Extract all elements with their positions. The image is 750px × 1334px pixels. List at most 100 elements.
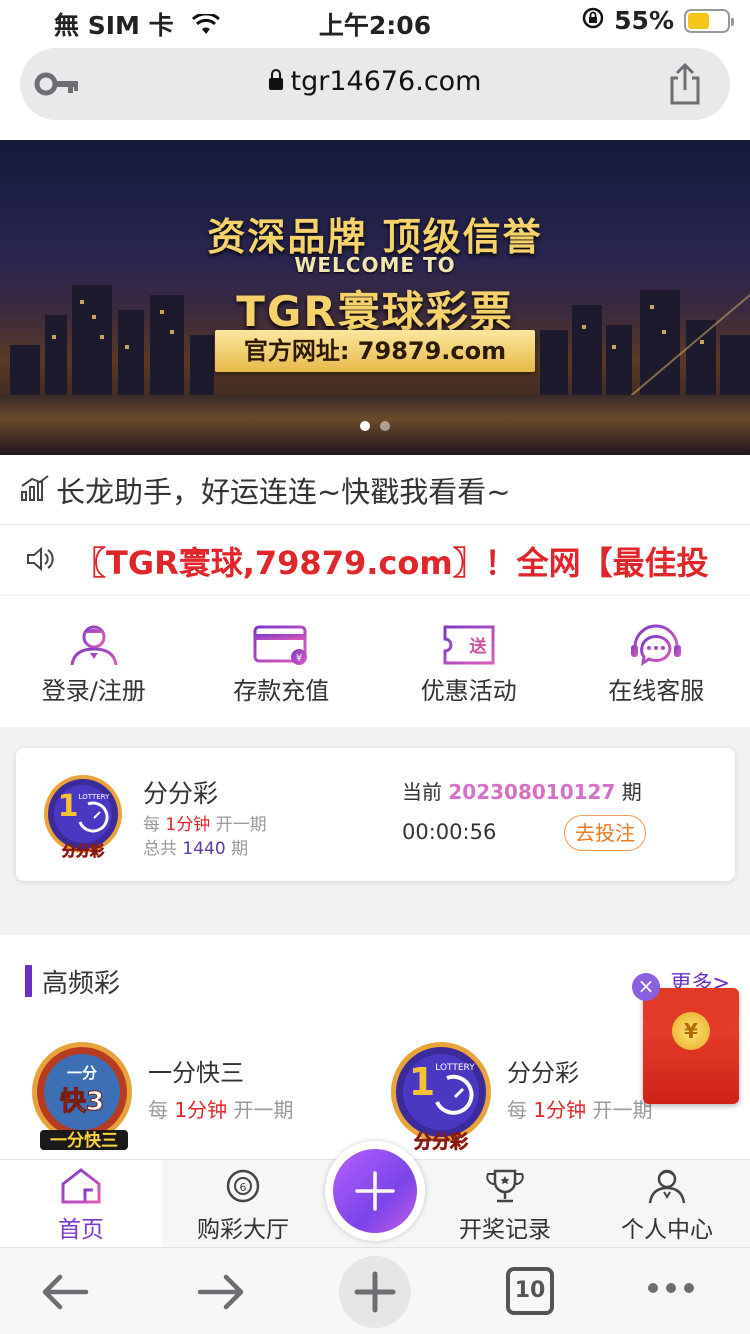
browser-toolbar: 10: [0, 1247, 750, 1334]
bet-button[interactable]: 去投注: [564, 815, 646, 851]
notice-text: 〖TGR寰球,79879.com〗！全网【最佳投: [74, 543, 709, 582]
total-suffix: 期: [231, 839, 249, 859]
forward-arrow-icon[interactable]: [196, 1272, 246, 1316]
total-prefix: 总共: [143, 839, 177, 859]
plus-icon: [354, 1271, 396, 1313]
svg-text:1: 1: [58, 789, 79, 824]
back-arrow-icon[interactable]: [40, 1272, 90, 1316]
quick-item-label: 存款充值: [233, 677, 330, 705]
interval-prefix: 每: [507, 1098, 527, 1122]
game-total: 总共 1440 期: [143, 834, 248, 859]
tabs-count-button[interactable]: 10: [506, 1267, 554, 1315]
center-plus-button[interactable]: [333, 1149, 417, 1233]
interval-suffix: 开一期: [215, 815, 267, 835]
tab-label: 首页: [58, 1217, 104, 1243]
lottery-ball-icon: 6: [226, 1169, 260, 1203]
trophy-icon: [486, 1169, 524, 1203]
tab-lottery-hall[interactable]: 6 购彩大厅: [162, 1160, 324, 1248]
banner-url-plate: 官方网址: 79879.com: [215, 330, 535, 372]
countdown-timer: 00:00:56: [402, 820, 497, 844]
logo-top-text: 一分: [67, 1064, 97, 1082]
headset-icon: [631, 624, 682, 667]
game-name: 一分快三: [148, 1059, 244, 1087]
red-packet-float[interactable]: ¥: [643, 988, 739, 1104]
speaker-icon: [26, 546, 56, 576]
changlong-helper-link[interactable]: 长龙助手，好运连连~快戳我看看~: [0, 455, 750, 525]
game-interval: 每 1分钟 开一期: [143, 810, 267, 835]
user-icon: [70, 625, 118, 666]
status-bar: 無 SIM 卡 上午2:06 55%: [0, 0, 750, 42]
interval-value: 1分钟: [533, 1098, 587, 1122]
logo-caption: 分分彩: [62, 843, 104, 860]
game-interval: 每 1分钟 开一期: [507, 1094, 652, 1123]
carousel-dots: [0, 416, 750, 435]
svg-text:1: 1: [409, 1060, 435, 1104]
quick-item-label: 在线客服: [608, 677, 705, 705]
address-bar[interactable]: tgr14676.com: [20, 48, 730, 120]
logo-mid-text: 快3: [60, 1087, 104, 1117]
interval-prefix: 每: [148, 1098, 168, 1122]
fenfencai-logo: 1 LOTTERY 分分彩: [44, 775, 122, 860]
interval-value: 1分钟: [165, 815, 211, 835]
logo-badge-text: LOTTERY: [79, 793, 110, 801]
url-text[interactable]: tgr14676.com: [20, 66, 730, 97]
rotation-lock-icon: [582, 6, 604, 35]
card-icon: ¥: [253, 625, 308, 665]
battery-icon: [684, 8, 734, 33]
period-suffix: 期: [621, 780, 642, 804]
person-icon: [648, 1169, 686, 1204]
logo-badge-text: LOTTERY: [435, 1063, 475, 1073]
svg-text:6: 6: [240, 1181, 247, 1194]
quick-item-deposit[interactable]: ¥ 存款充值: [188, 597, 376, 727]
quick-item-label: 优惠活动: [420, 677, 517, 705]
quick-item-promotions[interactable]: 送 优惠活动: [375, 597, 563, 727]
section-title: 高频彩: [42, 969, 121, 999]
section-title-bar: [25, 965, 32, 997]
url-value: tgr14676.com: [290, 66, 482, 97]
logo-caption: 分分彩: [414, 1132, 468, 1152]
more-dots-icon[interactable]: [646, 1280, 696, 1300]
current-period: 当前 202308010127 期: [402, 776, 642, 805]
interval-value: 1分钟: [174, 1098, 228, 1122]
ticket-icon: 送: [443, 625, 495, 665]
tab-draw-records[interactable]: 开奖记录: [424, 1160, 586, 1248]
coin-icon: ¥: [672, 1012, 710, 1050]
game-item-yifenkuaisan[interactable]: 一分 快3 一分快三 一分快三 每 1分钟 开一期: [30, 1040, 293, 1156]
svg-text:送: 送: [469, 636, 487, 657]
high-frequency-section: 高频彩 更多> 一分 快3 一分快三 一分快三 每 1分钟 开一期 1 LOTT…: [0, 935, 750, 1160]
banner-welcome: WELCOME TO: [294, 253, 456, 277]
notice-marquee[interactable]: 〖TGR寰球,79879.com〗！全网【最佳投: [0, 526, 750, 596]
logo-caption: 一分快三: [50, 1130, 118, 1151]
home-icon: [61, 1168, 101, 1204]
share-icon[interactable]: [668, 62, 702, 110]
current-game-card[interactable]: 1 LOTTERY 分分彩 分分彩 每 1分钟 开一期 总共 1440 期 当前…: [16, 748, 735, 881]
fenfencai-logo: 1 LOTTERY 分分彩: [391, 1042, 491, 1153]
quick-menu: 登录/注册 ¥ 存款充值 送 优惠活动 在线客服: [0, 597, 750, 727]
game-item-fenfencai[interactable]: 1 LOTTERY 分分彩 分分彩 每 1分钟 开一期: [389, 1040, 652, 1156]
new-tab-button[interactable]: [339, 1256, 411, 1328]
bar-chart-icon: [20, 474, 50, 506]
lock-icon: [268, 69, 283, 90]
interval-suffix: 开一期: [233, 1098, 294, 1122]
promo-banner[interactable]: 资深品牌 顶级信誉 WELCOME TO TGR寰球彩票 官方网址: 79879…: [0, 140, 750, 455]
tab-home[interactable]: 首页: [0, 1160, 162, 1248]
quick-item-label: 登录/注册: [41, 677, 146, 705]
status-right: 55%: [582, 6, 734, 35]
period-number: 202308010127: [448, 780, 616, 804]
changlong-text: 长龙助手，好运连连~快戳我看看~: [56, 474, 511, 509]
interval-prefix: 每: [143, 815, 160, 835]
quick-item-support[interactable]: 在线客服: [563, 597, 750, 727]
tab-label: 购彩大厅: [197, 1217, 289, 1243]
game-name: 分分彩: [507, 1059, 579, 1087]
game-name: 分分彩: [143, 779, 219, 808]
tab-profile[interactable]: 个人中心: [586, 1160, 748, 1248]
quick-item-login[interactable]: 登录/注册: [0, 597, 188, 727]
tab-label: 开奖记录: [459, 1217, 551, 1243]
carousel-dot[interactable]: [380, 421, 390, 431]
tab-label: 个人中心: [621, 1217, 713, 1243]
plus-icon: [355, 1171, 395, 1211]
total-value: 1440: [182, 839, 226, 859]
yifenkuaisan-logo: 一分 快3 一分快三: [32, 1042, 132, 1151]
close-icon[interactable]: ×: [632, 973, 660, 1001]
carousel-dot[interactable]: [360, 421, 370, 431]
